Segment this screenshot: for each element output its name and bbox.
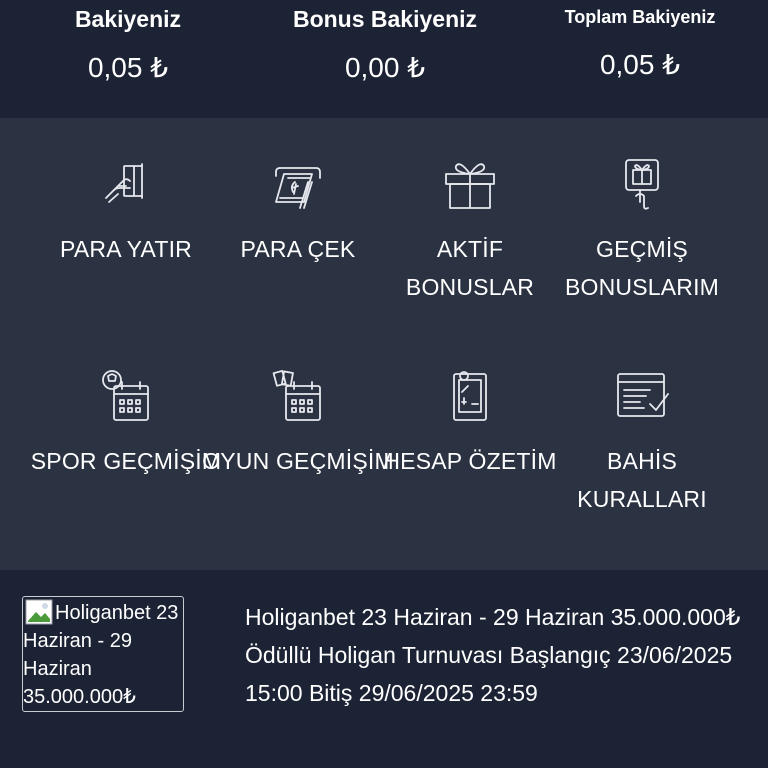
menu-item-sport-history[interactable]: SPOR GEÇMİŞİM	[30, 364, 222, 480]
game-calendar-icon	[272, 370, 321, 421]
bonus-balance: Bonus Bakiyeniz 0,00 ₺	[270, 0, 500, 84]
menu-item-label: HESAP ÖZETİM	[383, 448, 557, 474]
menu-item-label: OYUN GEÇMİŞİM	[202, 448, 394, 474]
menu-item-label: GEÇMİŞ BONUSLARIM	[564, 236, 720, 300]
main-balance-value: 0,05 ₺	[87, 52, 169, 83]
menu-item-bonus-history[interactable]: GEÇMİŞ BONUSLARIM	[546, 152, 738, 306]
gift-box-icon	[445, 163, 495, 209]
total-balance: Toplam Bakiyeniz 0,05 ₺	[540, 0, 740, 81]
withdraw-cash-icon	[275, 167, 321, 209]
menu-item-label: PARA ÇEK	[240, 236, 356, 262]
menu-item-withdraw[interactable]: PARA ÇEK	[202, 152, 394, 268]
menu-item-label: SPOR GEÇMİŞİM	[30, 448, 222, 474]
betting-rules-icon	[617, 373, 669, 417]
main-balance-title: Bakiyeniz	[74, 6, 182, 32]
deposit-card-icon	[105, 163, 143, 203]
bonus-balance-value: 0,00 ₺	[344, 52, 426, 83]
account-menu: PARA YATIR PARA ÇEK AKTİF BONUSLAR GEÇMİ…	[0, 118, 768, 570]
bonus-balance-title: Bonus Bakiyeniz	[292, 6, 478, 32]
account-summary-icon	[453, 371, 487, 421]
menu-item-active-bonuses[interactable]: AKTİF BONUSLAR	[374, 152, 566, 306]
promo-section: Holiganbet 23 Haziran - 29 Haziran 35.00…	[0, 570, 768, 768]
broken-image-icon	[25, 599, 53, 625]
menu-item-deposit[interactable]: PARA YATIR	[30, 152, 222, 268]
menu-item-betting-rules[interactable]: BAHİS KURALLARI	[546, 364, 738, 518]
balance-header: Bakiyeniz 0,05 ₺ Bonus Bakiyeniz 0,00 ₺ …	[0, 0, 768, 118]
sport-calendar-icon	[102, 370, 149, 421]
menu-item-label: BAHİS KURALLARI	[577, 448, 707, 512]
promo-description[interactable]: Holiganbet 23 Haziran - 29 Haziran 35.00…	[245, 598, 755, 712]
main-balance: Bakiyeniz 0,05 ₺	[40, 0, 216, 84]
promo-image[interactable]: Holiganbet 23 Haziran - 29 Haziran 35.00…	[22, 596, 184, 712]
menu-item-label: AKTİF BONUSLAR	[405, 236, 535, 300]
menu-item-game-history[interactable]: OYUN GEÇMİŞİM	[202, 364, 394, 480]
menu-item-account-summary[interactable]: HESAP ÖZETİM	[374, 364, 566, 480]
gift-history-icon	[625, 159, 659, 210]
menu-item-label: PARA YATIR	[60, 236, 192, 262]
total-balance-value: 0,05 ₺	[599, 49, 681, 80]
total-balance-title: Toplam Bakiyeniz	[564, 7, 716, 27]
